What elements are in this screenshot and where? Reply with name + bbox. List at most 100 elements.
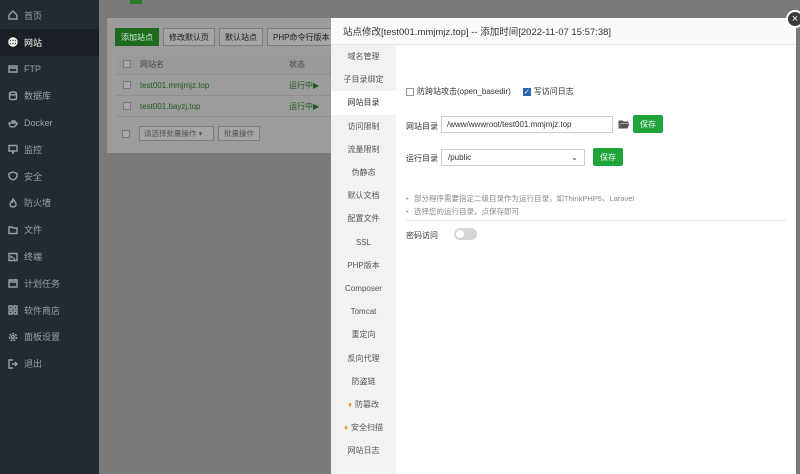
modal-tab[interactable]: ♦ 防篡改 (331, 393, 396, 416)
modal-tab-label: 默认文档 (347, 191, 380, 201)
modal-tab-label: Composer (345, 283, 382, 293)
modal-tab[interactable]: 网站目录 (331, 91, 396, 115)
site-dir-save-button[interactable]: 保存 (633, 115, 663, 133)
access-log-label: 写访问日志 (533, 87, 574, 96)
add-site-button[interactable]: 添加站点 (115, 28, 159, 46)
sidebar-item[interactable]: FTP (0, 56, 99, 83)
modal-tab[interactable]: Composer (331, 277, 396, 300)
sidebar-item-label: 监控 (24, 144, 43, 155)
access-log-checkbox[interactable]: ✓ (522, 87, 531, 96)
modal-tab[interactable]: ♦ 安全扫描 (331, 416, 396, 439)
sidebar-item[interactable]: 安全 (0, 163, 99, 190)
modal-tab[interactable]: 子目录绑定 (331, 68, 396, 91)
logout-icon (8, 359, 18, 369)
site-status[interactable]: 运行中▶ (289, 101, 319, 112)
modal-tab-label: Tomcat (350, 307, 377, 317)
modal-tab-label: 域名管理 (347, 52, 380, 62)
diamond-icon: ♦ (343, 423, 349, 433)
modal-tab[interactable]: PHP版本 (331, 254, 396, 277)
sidebar-item[interactable]: 数据库 (0, 82, 99, 109)
modal-tab[interactable]: Tomcat (331, 300, 396, 323)
options-row: 防跨站攻击(open_basedir) ✓ 写访问日志 (406, 86, 574, 97)
modal-tab[interactable]: 网站日志 (331, 439, 396, 462)
sidebar-item[interactable]: 监控 (0, 136, 99, 163)
sidebar-item[interactable]: 软件商店 (0, 297, 99, 324)
site-status[interactable]: 运行中▶ (289, 80, 319, 91)
folder-icon (8, 225, 18, 235)
modal-tab[interactable]: 反向代理 (331, 346, 396, 369)
sidebar-item[interactable]: 面板设置 (0, 324, 99, 351)
modal-title: 站点修改[test001.mmjmjz.top] -- 添加时间[2022-11… (331, 18, 796, 45)
anti-xss-checkbox[interactable] (406, 87, 414, 96)
sidebar-item[interactable]: 网站 (0, 28, 99, 56)
sidebar-item-label: 终端 (24, 252, 43, 263)
home-icon (8, 10, 18, 21)
modal-tab[interactable]: 伪静态 (331, 161, 396, 184)
toggle-knob (456, 230, 464, 238)
modal-content: 防跨站攻击(open_basedir) ✓ 写访问日志 网站目录 /www/ww… (396, 45, 796, 474)
batch-checkbox[interactable] (122, 129, 130, 138)
php-cli-version-button[interactable]: PHP命令行版本 (267, 28, 336, 46)
password-access-toggle[interactable] (454, 228, 477, 240)
modal-tab[interactable]: 域名管理 (331, 45, 396, 68)
modal-tab[interactable]: 防盗链 (331, 370, 396, 393)
sidebar-item-label: 面板设置 (24, 332, 61, 343)
modal-tab-label: 反向代理 (347, 353, 380, 363)
sidebar-item-label: 防火墙 (24, 198, 52, 209)
column-header-status[interactable]: 状态 (289, 59, 305, 70)
modal-tab[interactable]: 重定向 (331, 323, 396, 346)
run-dir-select-value: /public (448, 153, 472, 162)
run-dir-save-button[interactable]: 保存 (593, 148, 623, 166)
default-site-button[interactable]: 默认站点 (219, 28, 263, 46)
modal-tab[interactable]: 配置文件 (331, 207, 396, 230)
sidebar-item[interactable]: Docker (0, 109, 99, 136)
firewall-icon (8, 197, 18, 208)
modal-tab[interactable]: SSL (331, 231, 396, 254)
grid-icon (8, 305, 18, 315)
modal-tab[interactable]: 访问限制 (331, 115, 396, 138)
top-accent (130, 0, 142, 4)
sidebar-item[interactable]: 防火墙 (0, 190, 99, 217)
batch-select[interactable]: 请选择批量操作 ▾ (139, 126, 214, 141)
sidebar-item[interactable]: 退出 (0, 350, 99, 377)
docker-icon (8, 118, 18, 128)
ftp-icon (8, 64, 18, 74)
modal-tab-label: SSL (355, 237, 372, 247)
close-icon[interactable]: × (786, 10, 800, 28)
modal-tab[interactable]: 流量限制 (331, 138, 396, 161)
site-edit-modal: 站点修改[test001.mmjmjz.top] -- 添加时间[2022-11… (331, 18, 796, 474)
sidebar-item[interactable]: 首页 (0, 2, 99, 29)
folder-open-icon[interactable] (618, 119, 630, 129)
database-icon (8, 91, 18, 101)
column-header-name[interactable]: 网站名 (140, 59, 289, 70)
terminal-icon (8, 252, 18, 262)
row-checkbox[interactable] (123, 102, 131, 110)
modify-default-page-button[interactable]: 修改默认页 (163, 28, 215, 46)
site-name-link[interactable]: test001.bayzj.top (140, 102, 289, 111)
modal-tab-label: 子目录绑定 (343, 75, 384, 85)
site-toolbar: 添加站点 修改默认页 默认站点 PHP命令行版本 (115, 28, 336, 46)
run-dir-select[interactable]: /public ⌄ (441, 149, 585, 166)
sidebar-item-label: 软件商店 (24, 305, 61, 316)
divider (406, 220, 786, 221)
site-name-link[interactable]: test001.mmjmjz.top (140, 81, 289, 90)
sidebar-item[interactable]: 终端 (0, 243, 99, 270)
modal-tab-label: 伪静态 (351, 168, 376, 178)
password-access-label: 密码访问 (406, 231, 438, 240)
shield-icon (8, 171, 18, 181)
row-checkbox[interactable] (123, 81, 131, 89)
select-all-checkbox[interactable] (123, 60, 131, 68)
sidebar-item[interactable]: 文件 (0, 216, 99, 243)
run-dir-label: 运行目录 (406, 154, 438, 163)
calendar-icon (8, 278, 18, 289)
modal-tab-label: 访问限制 (347, 121, 380, 131)
modal-tab-label: 安全扫描 (351, 423, 384, 433)
batch-button[interactable]: 批量操作 (218, 126, 260, 141)
sidebar-item-label: 安全 (24, 171, 43, 182)
modal-tab-label: 防盗链 (351, 376, 376, 386)
tips-list: 部分程序需要指定二级目录作为运行目录，如ThinkPHP5，Laravel 选择… (406, 193, 634, 218)
table-row: test001.mmjmjz.top 运行中▶ (115, 75, 331, 96)
site-dir-input[interactable]: /www/wwwroot/test001.mmjmjz.top (441, 116, 613, 133)
sidebar-item[interactable]: 计划任务 (0, 270, 99, 297)
modal-tab[interactable]: 默认文档 (331, 184, 396, 207)
